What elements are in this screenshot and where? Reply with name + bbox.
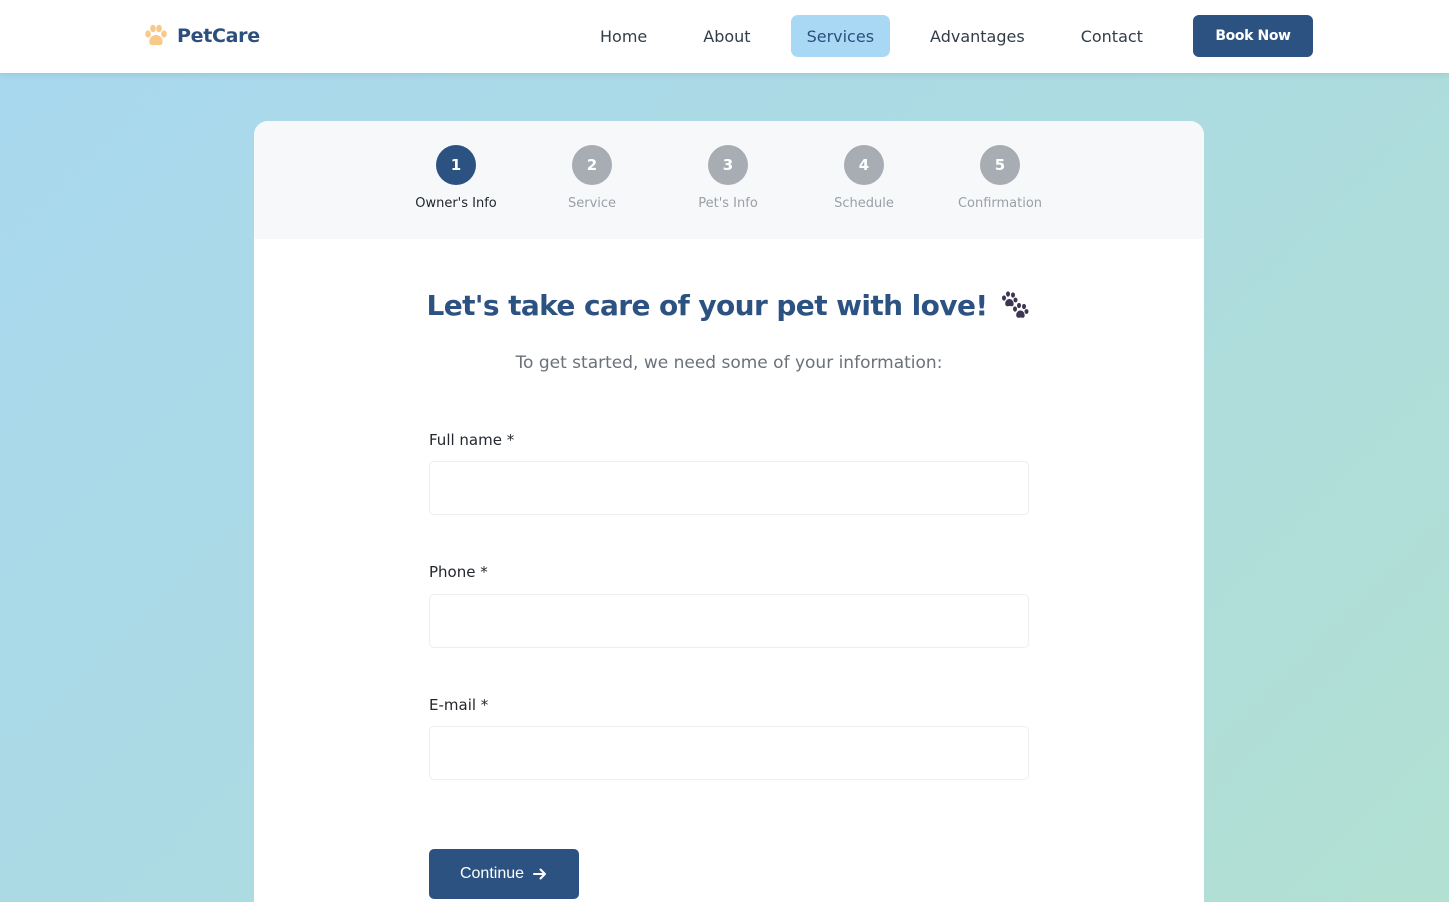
nav-contact[interactable]: Contact [1065, 15, 1159, 57]
step-confirmation[interactable]: 5 Confirmation [932, 145, 1068, 211]
nav-home[interactable]: Home [584, 15, 663, 57]
continue-label: Continue [459, 865, 525, 882]
main-nav: Home About Services Advantages Contact [584, 15, 1183, 57]
full-name-input[interactable] [429, 461, 1029, 515]
site-header: PetCare Home About Services Advantages C… [0, 0, 1449, 73]
step-pets-info[interactable]: 3 Pet's Info [660, 145, 796, 211]
step-number: 5 [980, 145, 1020, 185]
arrow-right-icon [533, 868, 547, 880]
step-label: Pet's Info [698, 196, 758, 211]
nav-advantages[interactable]: Advantages [914, 15, 1041, 57]
nav-about[interactable]: About [687, 15, 766, 57]
full-name-label: Full name * [429, 431, 515, 449]
book-now-button[interactable]: Book Now [1193, 15, 1313, 57]
email-label: E-mail * [429, 696, 489, 714]
step-number: 1 [436, 145, 476, 185]
step-label: Confirmation [957, 196, 1043, 211]
brand-logo[interactable]: PetCare [143, 22, 260, 50]
step-label: Service [567, 196, 617, 211]
step-label: Owner's Info [415, 196, 497, 211]
progress-stepper: 1 Owner's Info 2 Service 3 Pet's Info 4 … [254, 121, 1204, 239]
email-input[interactable] [429, 726, 1029, 780]
brand-name: PetCare [177, 25, 260, 47]
step-number: 2 [572, 145, 612, 185]
step-owners-info[interactable]: 1 Owner's Info [388, 145, 524, 211]
page-title: Let's take care of your pet with love! [426, 289, 988, 322]
page-subtitle: To get started, we need some of your inf… [515, 353, 943, 373]
step-schedule[interactable]: 4 Schedule [796, 145, 932, 211]
nav-services[interactable]: Services [790, 15, 891, 57]
step-label: Schedule [834, 196, 894, 211]
step-number: 4 [844, 145, 884, 185]
paw-prints-icon [1001, 290, 1029, 318]
phone-label: Phone * [429, 563, 488, 581]
phone-input[interactable] [429, 594, 1029, 648]
step-service[interactable]: 2 Service [524, 145, 660, 211]
step-number: 3 [708, 145, 748, 185]
page-title-row: Let's take care of your pet with love! [254, 289, 1204, 322]
booking-card: 1 Owner's Info 2 Service 3 Pet's Info 4 … [254, 121, 1204, 902]
paw-icon [145, 24, 167, 46]
continue-button[interactable]: Continue [429, 849, 579, 899]
